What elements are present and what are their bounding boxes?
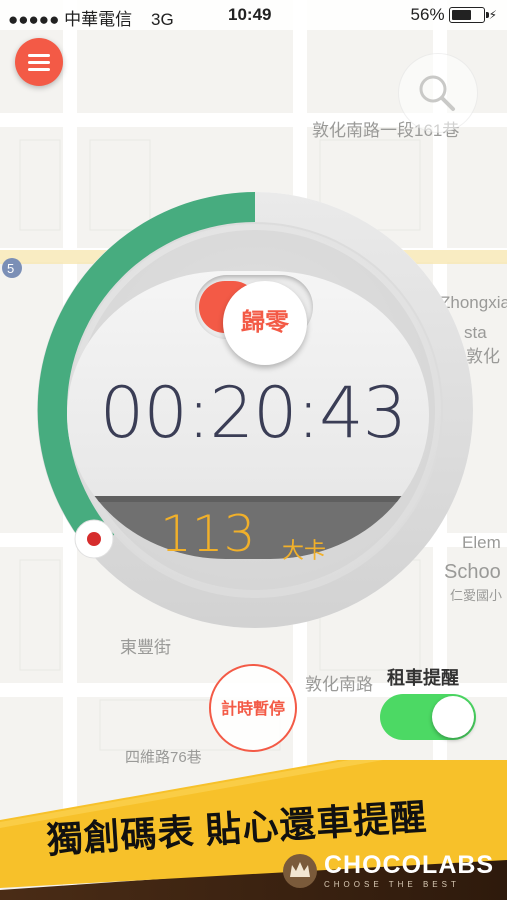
progress-handle[interactable] xyxy=(73,518,115,560)
toggle-knob xyxy=(432,696,474,738)
battery-percent: 56% xyxy=(410,5,445,24)
brand-logo: CHOCOLABS CHOOSE THE BEST xyxy=(282,853,494,889)
reset-label: 歸零 xyxy=(241,309,289,336)
map-label: 東豐街 xyxy=(120,638,171,657)
clock: 10:49 xyxy=(228,5,272,24)
pause-timer-button[interactable]: 計時暫停 xyxy=(209,664,297,752)
search-icon xyxy=(419,75,455,111)
calories-unit: 大卡 xyxy=(282,538,327,563)
reset-button[interactable]: 歸零 xyxy=(223,281,307,365)
network-label: 3G xyxy=(150,10,174,29)
rent-reminder-toggle[interactable] xyxy=(380,694,476,740)
menu-button[interactable] xyxy=(15,38,63,86)
search-button[interactable] xyxy=(398,53,478,133)
svg-text:5: 5 xyxy=(7,261,14,276)
status-bar: ●●●●● 中華電信 3G 10:49 56% ⚡ xyxy=(0,0,507,30)
carrier-label: ●●●●● 中華電信 3G xyxy=(8,10,174,29)
elapsed-time: 00:20:43 xyxy=(99,372,407,454)
crown-icon xyxy=(283,854,317,888)
record-dot-icon xyxy=(87,532,101,546)
rent-reminder-label: 租車提醒 xyxy=(387,668,459,688)
brand-tagline: CHOOSE THE BEST xyxy=(324,880,460,889)
hamburger-icon xyxy=(28,54,50,57)
battery-status: 56% ⚡ xyxy=(411,5,497,25)
charging-icon: ⚡ xyxy=(488,8,497,22)
battery-icon xyxy=(448,7,489,23)
brand-name: CHOCOLABS xyxy=(324,851,495,879)
pause-label: 計時暫停 xyxy=(220,701,285,718)
calories-value: 113 xyxy=(160,505,256,563)
map-label: 敦化南路 xyxy=(305,675,373,694)
